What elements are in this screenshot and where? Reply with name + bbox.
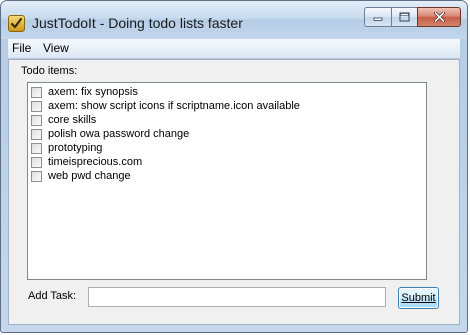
- maximize-icon: [399, 12, 410, 22]
- minimize-button[interactable]: [364, 7, 391, 27]
- todo-item-text: timeisprecious.com: [48, 156, 143, 168]
- add-task-label: Add Task:: [28, 290, 77, 302]
- submit-button[interactable]: Submit: [398, 287, 439, 309]
- close-icon: [433, 12, 445, 22]
- list-item[interactable]: core skills: [31, 113, 96, 127]
- todo-checkbox[interactable]: [31, 170, 42, 182]
- todo-checkbox[interactable]: [31, 142, 42, 154]
- todo-checkbox[interactable]: [31, 100, 42, 112]
- menu-file[interactable]: File: [12, 41, 31, 55]
- list-item[interactable]: prototyping: [31, 141, 102, 155]
- title-bar[interactable]: JustTodoIt - Doing todo lists faster: [1, 1, 467, 39]
- list-item[interactable]: web pwd change: [31, 169, 131, 183]
- todo-item-text: web pwd change: [48, 170, 131, 182]
- todo-item-text: axem: show script icons if scriptname.ic…: [48, 100, 300, 112]
- todo-item-text: axem: fix synopsis: [48, 86, 138, 98]
- list-item[interactable]: axem: show script icons if scriptname.ic…: [31, 99, 300, 113]
- maximize-button[interactable]: [391, 7, 417, 27]
- minimize-icon: [373, 17, 383, 21]
- checkmark-app-icon[interactable]: [8, 15, 25, 32]
- todo-checkbox[interactable]: [31, 86, 42, 98]
- menu-view[interactable]: View: [43, 41, 69, 55]
- list-item[interactable]: axem: fix synopsis: [31, 85, 138, 99]
- list-item[interactable]: polish owa password change: [31, 127, 189, 141]
- todo-checkbox[interactable]: [31, 128, 42, 140]
- todo-item-text: prototyping: [48, 142, 103, 154]
- add-task-input[interactable]: [88, 287, 386, 307]
- todo-list[interactable]: axem: fix synopsis axem: show script ico…: [27, 82, 427, 280]
- window-title: JustTodoIt - Doing todo lists faster: [32, 15, 243, 31]
- todo-item-text: core skills: [48, 114, 97, 126]
- caption-buttons: [364, 7, 461, 27]
- menu-bar: File View: [8, 39, 460, 59]
- close-button[interactable]: [417, 7, 461, 27]
- todo-item-text: polish owa password change: [48, 128, 190, 140]
- todo-checkbox[interactable]: [31, 114, 42, 126]
- todo-checkbox[interactable]: [31, 156, 42, 168]
- todo-items-label: Todo items:: [21, 65, 78, 77]
- list-item[interactable]: timeisprecious.com: [31, 155, 142, 169]
